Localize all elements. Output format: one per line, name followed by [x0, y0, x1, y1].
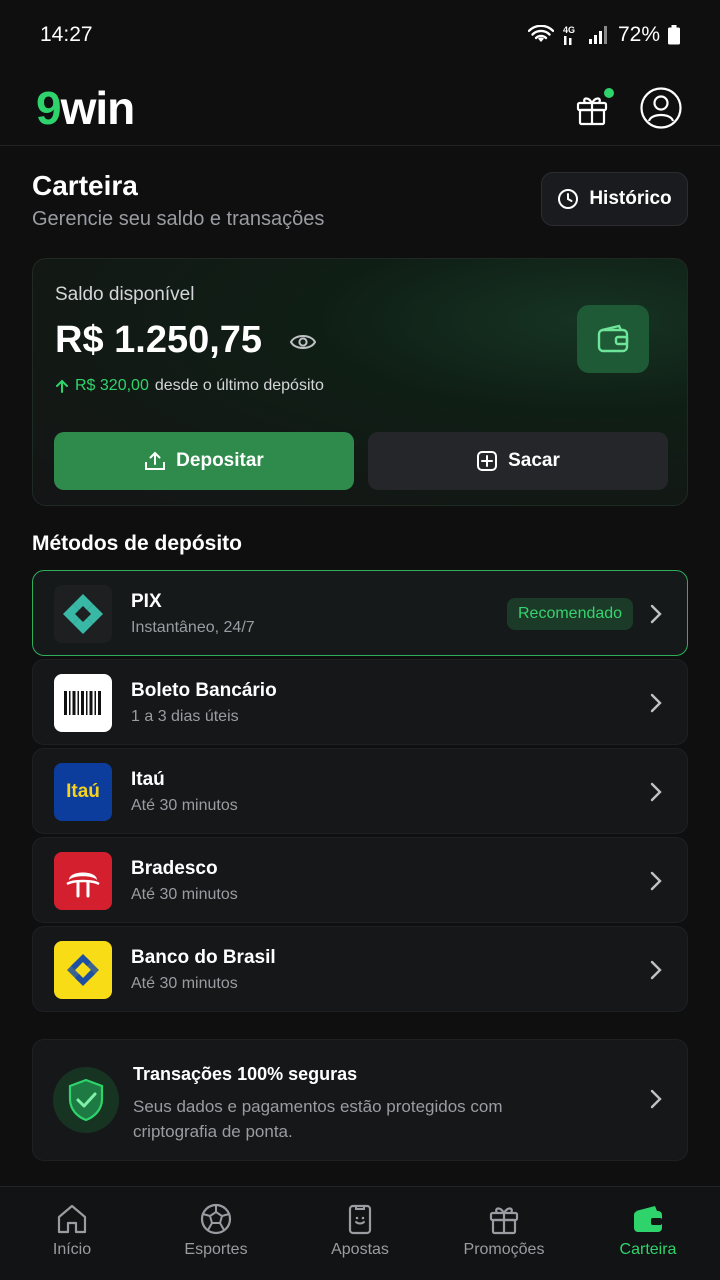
nav-apostas[interactable]: Apostas	[288, 1187, 432, 1280]
gift-button[interactable]	[574, 87, 614, 128]
nav-label: Promoções	[463, 1241, 545, 1258]
soccer-ball-icon	[200, 1203, 232, 1235]
deposit-label: Depositar	[176, 450, 264, 471]
battery-percent: 72%	[617, 23, 660, 46]
status-time: 14:27	[40, 23, 93, 46]
balance-card: Saldo disponível R$ 1.250,75 R$ 320,00 d…	[32, 258, 688, 506]
clock-icon	[558, 189, 579, 209]
upload-tray-icon	[145, 451, 166, 470]
method-pix[interactable]: PIX Instantâneo, 24/7 Recomendado	[32, 570, 688, 656]
withdraw-button[interactable]: Sacar	[368, 432, 668, 490]
balance-delta: R$ 320,00 desde o último depósito	[55, 377, 324, 395]
nav-promocoes[interactable]: Promoções	[432, 1187, 576, 1280]
arrow-up-icon	[56, 379, 68, 393]
nav-label: Carteira	[619, 1241, 677, 1258]
bradesco-logo	[54, 852, 112, 910]
nav-inicio[interactable]: Início	[0, 1187, 144, 1280]
security-icon-wrap	[53, 1067, 119, 1133]
battery-icon	[668, 25, 680, 45]
method-sub: Instantâneo, 24/7	[131, 619, 255, 636]
profile-avatar-icon[interactable]	[640, 86, 682, 129]
chevron-right-icon	[650, 782, 662, 802]
itau-logo-text: Itaú	[66, 781, 100, 802]
chevron-right-icon	[650, 693, 662, 713]
wallet-badge	[577, 305, 649, 373]
plus-square-icon	[477, 451, 498, 471]
app-header: 9win	[0, 70, 720, 146]
section-title: Métodos de depósito	[32, 532, 242, 555]
security-title: Transações 100% seguras	[133, 1064, 358, 1084]
delta-text: desde o último depósito	[154, 377, 324, 394]
method-sub: Até 30 minutos	[131, 797, 238, 814]
nav-label: Apostas	[331, 1241, 389, 1258]
method-boleto[interactable]: Boleto Bancário 1 a 3 dias úteis	[32, 659, 688, 745]
ticket-icon	[348, 1204, 372, 1235]
bb-symbol-icon	[67, 954, 99, 986]
barcode-icon	[64, 691, 101, 715]
gift-icon	[489, 1207, 519, 1235]
shield-check-icon	[68, 1078, 104, 1122]
brand-logo[interactable]: 9win	[36, 85, 135, 131]
method-sub: 1 a 3 dias úteis	[131, 708, 239, 725]
method-name: Itaú	[131, 769, 165, 790]
page-subtitle: Gerencie seu saldo e transações	[32, 208, 325, 230]
method-name: Boleto Bancário	[131, 680, 277, 701]
withdraw-label: Sacar	[508, 450, 560, 471]
wallet-icon	[634, 1206, 662, 1232]
delta-amount: R$ 320,00	[75, 377, 149, 394]
method-sub: Até 30 minutos	[131, 975, 238, 992]
chevron-right-icon	[650, 604, 662, 624]
boleto-logo	[54, 674, 112, 732]
balance-label: Saldo disponível	[55, 284, 195, 305]
chevron-right-icon	[650, 960, 662, 980]
pix-logo	[54, 585, 112, 643]
method-name: PIX	[131, 591, 162, 612]
deposit-methods-list: PIX Instantâneo, 24/7 Recomendado Boleto…	[32, 570, 688, 1015]
wallet-icon	[597, 324, 629, 353]
gift-icon	[576, 96, 608, 125]
history-button[interactable]: Histórico	[541, 172, 688, 226]
status-icons: 4G 72%	[527, 23, 680, 47]
signal-icon	[588, 26, 607, 44]
chevron-right-icon	[650, 1089, 662, 1109]
deposit-button[interactable]: Depositar	[54, 432, 354, 490]
pix-icon	[63, 594, 103, 634]
itau-logo: Itaú	[54, 763, 112, 821]
security-desc: Seus dados e pagamentos estão protegidos…	[133, 1097, 503, 1141]
nav-esportes[interactable]: Esportes	[144, 1187, 288, 1280]
nav-carteira[interactable]: Carteira	[576, 1187, 720, 1280]
method-itau[interactable]: Itaú Itaú Até 30 minutos	[32, 748, 688, 834]
eye-icon[interactable]	[289, 331, 317, 353]
status-bar: 14:27 4G 72%	[0, 0, 720, 70]
method-bradesco[interactable]: Bradesco Até 30 minutos	[32, 837, 688, 923]
home-icon	[57, 1204, 87, 1234]
bottom-nav: Início Esportes Apostas Promoções Cartei…	[0, 1186, 720, 1280]
nav-label: Esportes	[184, 1241, 248, 1258]
chevron-right-icon	[650, 871, 662, 891]
wifi-icon	[527, 25, 554, 42]
nav-label: Início	[52, 1241, 92, 1258]
history-label: Histórico	[589, 188, 672, 209]
notification-dot	[604, 87, 614, 98]
method-sub: Até 30 minutos	[131, 886, 238, 903]
banco-do-brasil-logo	[54, 941, 112, 999]
page-title: Carteira	[32, 170, 138, 201]
method-name: Bradesco	[131, 858, 218, 879]
header-actions	[574, 86, 682, 129]
security-card[interactable]: Transações 100% seguras Seus dados e pag…	[32, 1039, 688, 1161]
mobile-data-icon: 4G	[563, 25, 575, 45]
method-name: Banco do Brasil	[131, 947, 276, 968]
recommended-badge: Recomendado	[507, 598, 634, 630]
method-banco-do-brasil[interactable]: Banco do Brasil Até 30 minutos	[32, 926, 688, 1012]
bradesco-tree-icon	[66, 872, 100, 898]
svg-text:4G: 4G	[563, 25, 575, 35]
balance-value: R$ 1.250,75	[55, 319, 263, 361]
